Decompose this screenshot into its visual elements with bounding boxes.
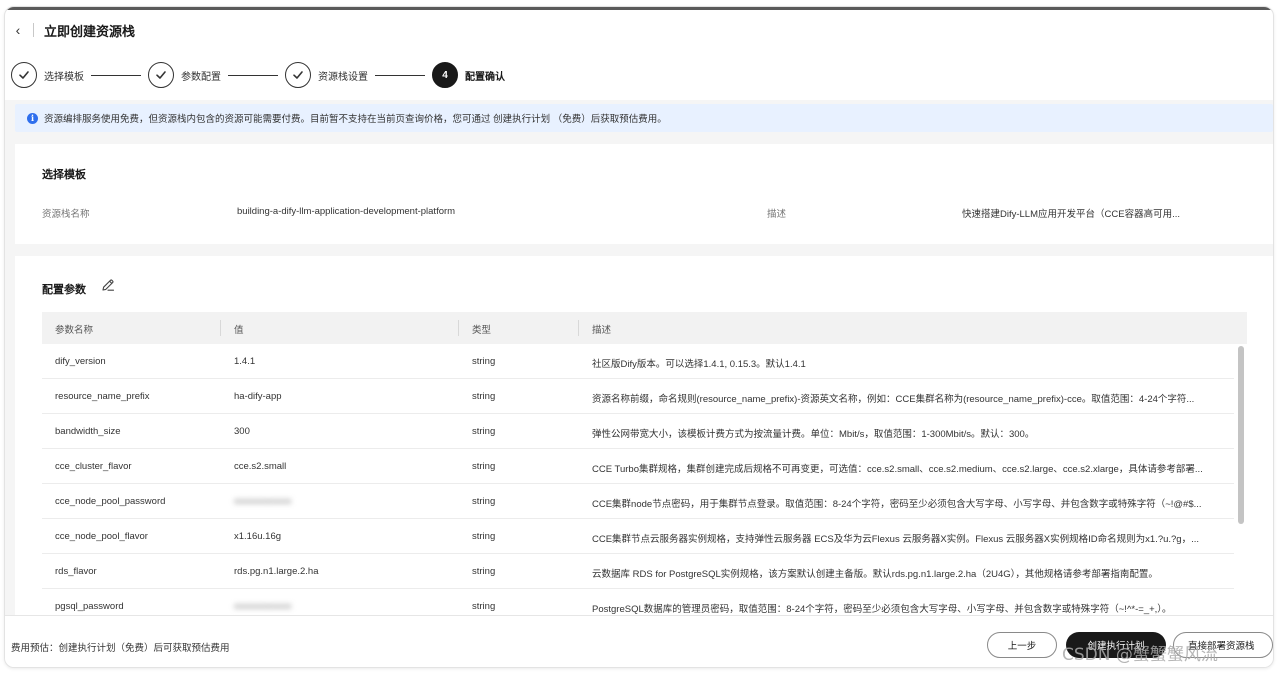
param-name: pgsql_password <box>55 601 124 612</box>
table-header: 参数名称 值 类型 描述 <box>42 312 1247 344</box>
param-value: 1.4.1 <box>234 356 256 367</box>
param-description: 社区版Dify版本。可以选择1.4.1, 0.15.3。默认1.4.1 <box>592 359 806 370</box>
step-label: 选择模板 <box>44 71 84 83</box>
step-connector <box>228 74 278 76</box>
param-type: string <box>472 566 496 577</box>
param-name: bandwidth_size <box>55 426 121 437</box>
param-description: PostgreSQL数据库的管理员密码，取值范围：8-24个字符，密码至少必须包… <box>592 604 1172 615</box>
param-name: rds_flavor <box>55 566 97 577</box>
param-value: rds.pg.n1.large.2.ha <box>234 566 319 577</box>
param-type: string <box>472 496 496 507</box>
column-divider[interactable] <box>220 320 221 336</box>
section-title: 选择模板 <box>42 169 86 181</box>
column-divider[interactable] <box>578 320 579 336</box>
step-label: 资源栈设置 <box>318 71 368 83</box>
table-row: cce_cluster_flavor cce.s2.small string C… <box>42 449 1234 484</box>
step-label: 参数配置 <box>181 71 221 83</box>
edit-icon[interactable] <box>101 278 115 292</box>
param-type: string <box>472 356 496 367</box>
step-config-confirm: 4 配置确认 <box>432 62 505 88</box>
description-label: 描述 <box>767 209 787 220</box>
table-row: pgsql_password ●●●●●●●●●● string Postgre… <box>42 589 1234 616</box>
page-header: ‹ 立即创建资源栈 <box>5 10 1273 50</box>
param-name: dify_version <box>55 356 106 367</box>
step-label: 配置确认 <box>465 71 505 83</box>
param-description: 弹性公网带宽大小，该模板计费方式为按流量计费。单位：Mbit/s，取值范围：1-… <box>592 429 1035 440</box>
table-row: resource_name_prefix ha-dify-app string … <box>42 379 1234 414</box>
watermark: CSDN @蟹蟹蟹风流 <box>1062 645 1218 665</box>
param-type: string <box>472 601 496 612</box>
param-description: CCE集群node节点密码，用于集群节点登录。取值范围：8-24个字符，密码至少… <box>592 499 1202 510</box>
table-row: rds_flavor rds.pg.n1.large.2.ha string 云… <box>42 554 1234 589</box>
param-type: string <box>472 426 496 437</box>
chevron-left-icon[interactable]: ‹ <box>7 22 29 38</box>
section-title: 配置参数 <box>42 284 86 296</box>
fee-estimate-text: 费用预估：创建执行计划（免费）后可获取预估费用 <box>11 643 230 654</box>
table-scrollbar[interactable] <box>1238 346 1244 524</box>
param-type: string <box>472 531 496 542</box>
table-body: dify_version 1.4.1 string 社区版Dify版本。可以选择… <box>42 344 1247 616</box>
previous-step-button[interactable]: 上一步 <box>987 632 1057 658</box>
header-divider <box>33 23 34 37</box>
params-card: 配置参数 参数名称 值 类型 描述 dify_version 1.4.1 str… <box>15 256 1273 616</box>
masked-password-value: ●●●●●●●●●● <box>234 601 292 612</box>
check-icon <box>148 62 174 88</box>
param-description: CCE集群节点云服务器实例规格，支持弹性云服务器 ECS及华为云Flexus 云… <box>592 534 1200 545</box>
param-description: CCE Turbo集群规格，集群创建完成后规格不可再变更，可选值：cce.s2.… <box>592 464 1203 475</box>
table-row: cce_node_pool_password ●●●●●●●●●● string… <box>42 484 1234 519</box>
column-header: 值 <box>234 325 244 336</box>
page-title: 立即创建资源栈 <box>44 23 136 39</box>
stepper: 选择模板 参数配置 资源栈设置 4 配置确认 <box>5 50 1273 100</box>
column-header: 参数名称 <box>55 325 94 336</box>
step-connector <box>91 74 141 76</box>
template-card: 选择模板 资源栈名称 building-a-dify-llm-applicati… <box>15 144 1273 244</box>
table-row: cce_node_pool_flavor x1.16u.16g string C… <box>42 519 1234 554</box>
param-value: ha-dify-app <box>234 391 282 402</box>
param-value: cce.s2.small <box>234 461 287 472</box>
param-type: string <box>472 461 496 472</box>
table-row: bandwidth_size 300 string 弹性公网带宽大小，该模板计费… <box>42 414 1234 449</box>
param-name: cce_node_pool_password <box>55 496 166 507</box>
app-window: ‹ 立即创建资源栈 选择模板 参数配置 资源栈设置 4 配置确认 i 资源编排服… <box>4 6 1274 668</box>
column-header: 类型 <box>472 325 492 336</box>
masked-password-value: ●●●●●●●●●● <box>234 496 292 507</box>
step-param-config[interactable]: 参数配置 <box>148 62 221 88</box>
step-select-template[interactable]: 选择模板 <box>11 62 84 88</box>
check-icon <box>11 62 37 88</box>
step-number: 4 <box>432 62 458 88</box>
info-alert: i 资源编排服务使用免费，但资源栈内包含的资源可能需要付费。目前暂不支持在当前页… <box>15 104 1273 132</box>
param-value: x1.16u.16g <box>234 531 282 542</box>
step-stack-settings[interactable]: 资源栈设置 <box>285 62 368 88</box>
param-type: string <box>472 391 496 402</box>
param-value: 300 <box>234 426 250 437</box>
info-icon: i <box>27 112 38 124</box>
param-name: cce_node_pool_flavor <box>55 531 148 542</box>
param-description: 云数据库 RDS for PostgreSQL实例规格，该方案默认创建主备版。默… <box>592 569 1158 580</box>
stack-name-label: 资源栈名称 <box>42 209 90 220</box>
column-divider[interactable] <box>458 320 459 336</box>
param-description: 资源名称前缀，命名规则(resource_name_prefix)-资源英文名称… <box>592 394 1195 405</box>
param-name: cce_cluster_flavor <box>55 461 132 472</box>
param-name: resource_name_prefix <box>55 391 150 402</box>
column-header: 描述 <box>592 325 612 336</box>
step-connector <box>375 74 425 76</box>
check-icon <box>285 62 311 88</box>
stack-name-value: building-a-dify-llm-application-developm… <box>237 206 456 217</box>
alert-text: 资源编排服务使用免费，但资源栈内包含的资源可能需要付费。目前暂不支持在当前页查询… <box>44 114 667 125</box>
table-row: dify_version 1.4.1 string 社区版Dify版本。可以选择… <box>42 344 1234 379</box>
description-value: 快速搭建Dify-LLM应用开发平台（CCE容器高可用... <box>962 209 1180 220</box>
